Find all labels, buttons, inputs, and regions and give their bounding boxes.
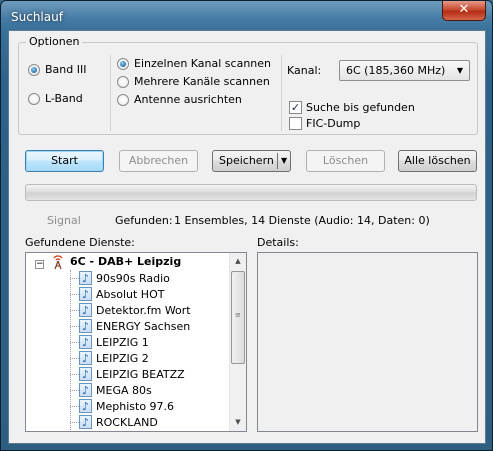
scan-single-radio[interactable]: Einzelnen Kanal scannen [117,57,271,70]
service-name: 90s90s Radio [96,272,170,285]
music-note-icon: ♪ [79,287,92,301]
band-iii-radio[interactable]: Band III [28,63,86,76]
ensemble-name: 6C - DAB+ Leipzig [70,255,182,268]
search-until-found-checkbox[interactable]: ✓ Suche bis gefunden [289,101,415,114]
options-group: Optionen Band III L-Band Einzelnen Kanal… [18,35,478,135]
band-iii-label: Band III [45,63,87,76]
tree-service-item[interactable]: ♪ LEIPZIG BEATZZ [26,366,230,382]
delete-all-button[interactable]: Alle löschen [398,150,477,172]
music-note-icon: ♪ [79,383,92,397]
service-name: Mephisto 97.6 [96,400,175,413]
scroll-thumb[interactable]: ≡ [231,271,245,364]
scan-single-label: Einzelnen Kanal scannen [134,57,272,70]
align-antenna-label: Antenne ausrichten [134,93,242,106]
radio-tower-icon [53,255,63,270]
service-name: Absolut HOT [96,288,165,301]
dialog-body: Optionen Band III L-Band Einzelnen Kanal… [8,30,486,444]
title-bar[interactable]: Suchlauf ✕ [1,1,492,31]
checkbox-checked-icon: ✓ [289,101,302,114]
radio-unselected-icon [117,75,129,88]
radio-unselected-icon [28,92,40,105]
services-scrollbar[interactable]: ▲ ≡ ▼ [229,253,246,431]
close-button[interactable]: ✕ [442,1,486,21]
service-name: LEIPZIG 2 [96,352,149,365]
music-note-icon: ♪ [79,415,92,429]
scroll-up-button[interactable]: ▲ [230,253,246,270]
delete-button[interactable]: Löschen [306,150,385,172]
tree-service-item[interactable]: ♪ MEGA 80s [26,382,230,398]
scroll-up-icon: ▲ [235,257,241,265]
scroll-down-button[interactable]: ▼ [230,414,246,431]
radio-selected-icon [117,57,129,70]
collapse-icon[interactable]: − [35,260,44,269]
service-name: ROCKLAND [96,416,158,429]
tree-ensemble-node[interactable]: − 6C - DAB+ Leipzig [26,253,230,270]
services-label: Gefundene Dienste: [25,236,135,249]
service-name: LEIPZIG BEATZZ [96,368,185,381]
found-summary: 1 Ensembles, 14 Dienste (Audio: 14, Date… [174,214,430,227]
signal-label: Signal [47,214,81,227]
scan-multiple-radio[interactable]: Mehrere Kanäle scannen [117,75,270,88]
chevron-down-icon: ▼ [456,66,463,75]
l-band-radio[interactable]: L-Band [28,92,83,105]
services-tree[interactable]: − 6C - DAB+ Leipzig ♪ 90s90s Radio ♪ Absolu… [25,252,247,432]
radio-unselected-icon [117,93,129,106]
grip-icon: ≡ [235,311,241,319]
radio-selected-icon [28,63,40,76]
service-name: ENERGY Sachsen [96,320,191,333]
service-name: MEGA 80s [96,384,152,397]
tree-service-item[interactable]: ♪ Mephisto 97.6 [26,398,230,414]
tree-service-item[interactable]: ♪ LEIPZIG 1 [26,334,230,350]
scan-progress-bar [25,184,477,201]
options-group-label: Optionen [26,35,83,48]
music-note-icon: ♪ [79,271,92,285]
scroll-down-icon: ▼ [235,418,241,426]
music-note-icon: ♪ [79,399,92,413]
cancel-button[interactable]: Abbrechen [119,150,198,172]
chevron-down-icon[interactable]: ▼ [281,151,287,171]
save-split-button[interactable]: Speichern ▼ [212,150,291,172]
tree-service-item[interactable]: ♪ LEIPZIG 2 [26,350,230,366]
service-name: LEIPZIG 1 [96,336,149,349]
music-note-icon: ♪ [79,303,92,317]
options-separator [110,55,111,131]
music-note-icon: ♪ [79,367,92,381]
split-separator [277,153,278,169]
music-note-icon: ♪ [79,319,92,333]
l-band-label: L-Band [45,92,83,105]
checkbox-unchecked-icon [289,117,302,130]
channel-value: 6C (185,360 MHz) [346,64,446,77]
align-antenna-radio[interactable]: Antenne ausrichten [117,93,242,106]
scan-dialog: Suchlauf ✕ Optionen Band III L-Band Einz… [0,0,493,451]
fic-dump-checkbox[interactable]: FIC-Dump [289,117,360,130]
tree-service-item[interactable]: ♪ 90s90s Radio [26,270,230,286]
options-separator [281,55,282,131]
tree-service-item[interactable]: ♪ Absolut HOT [26,286,230,302]
details-label: Details: [257,236,299,249]
close-icon: ✕ [458,2,470,17]
fic-dump-label: FIC-Dump [306,117,361,130]
channel-select[interactable]: 6C (185,360 MHz) ▼ [339,60,470,81]
music-note-icon: ♪ [79,335,92,349]
save-button-label: Speichern [219,154,274,167]
found-label: Gefunden: [115,214,173,227]
tree-service-item[interactable]: ♪ ENERGY Sachsen [26,318,230,334]
music-note-icon: ♪ [79,351,92,365]
start-button[interactable]: Start [25,150,104,172]
search-until-found-label: Suche bis gefunden [306,101,415,114]
window-title: Suchlauf [11,10,63,24]
scan-multiple-label: Mehrere Kanäle scannen [134,75,270,88]
channel-label: Kanal: [287,64,322,77]
tree-service-item[interactable]: ♪ Detektor.fm Wort [26,302,230,318]
details-panel [257,252,478,432]
service-name: Detektor.fm Wort [96,304,191,317]
tree-service-item[interactable]: ♪ ROCKLAND [26,414,230,430]
